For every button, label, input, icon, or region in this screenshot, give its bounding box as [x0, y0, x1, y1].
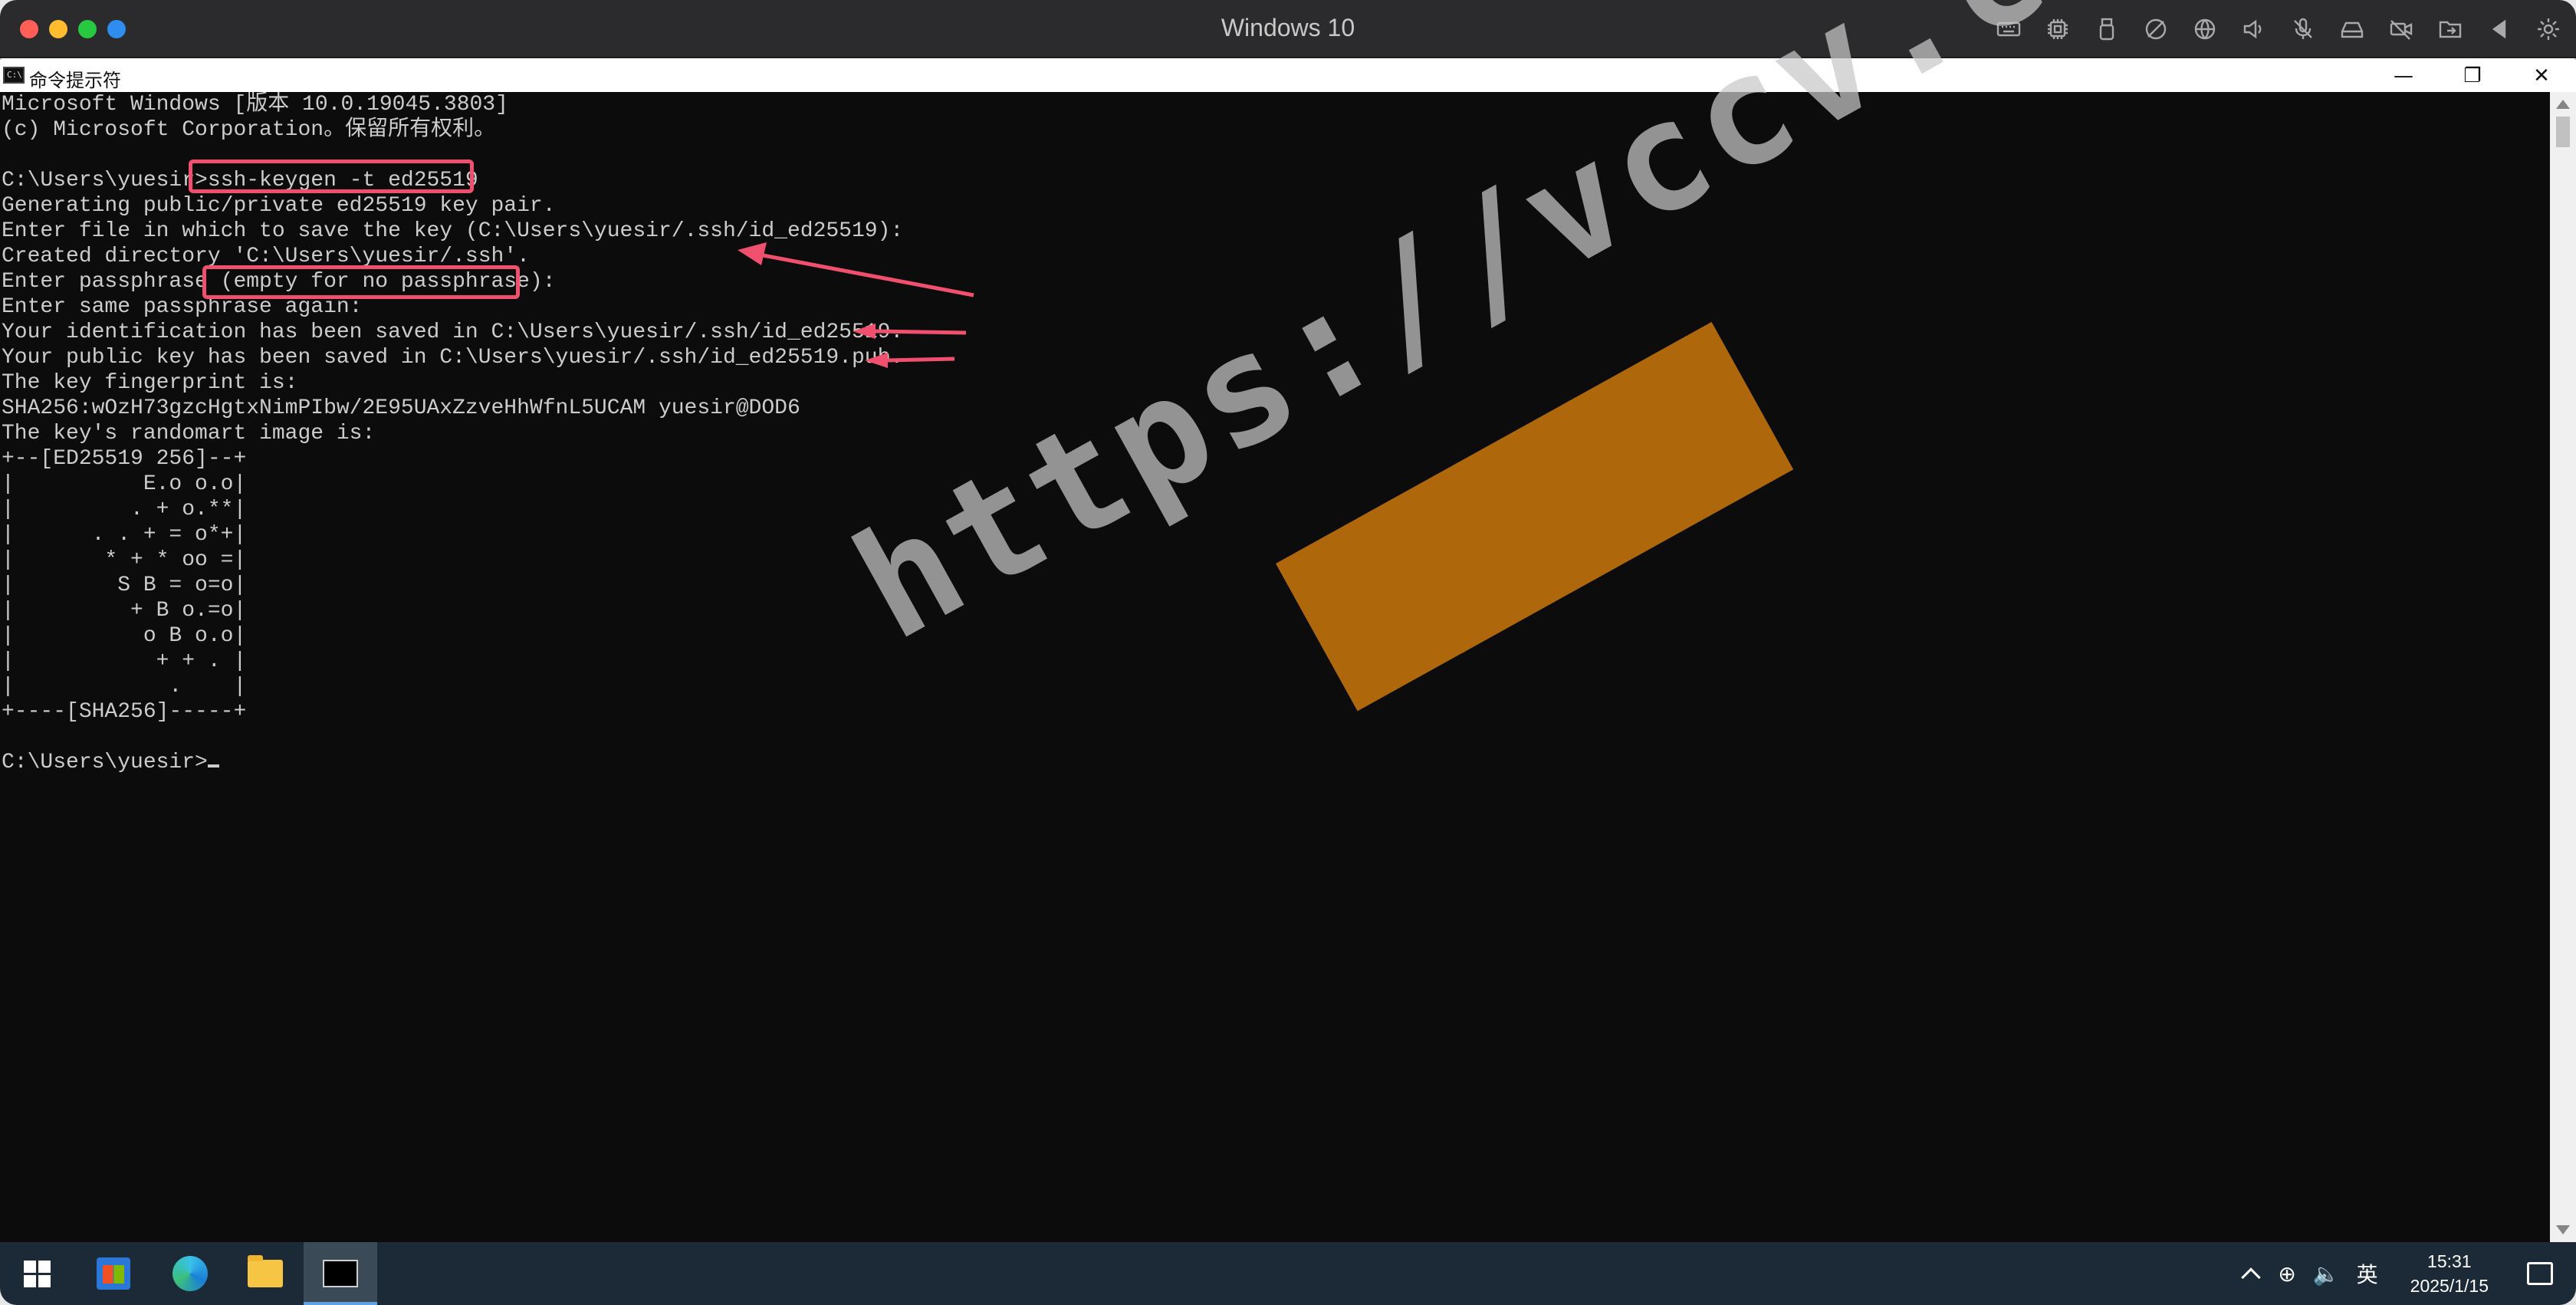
vm-window: Windows 10 C:\ 命令提示符 — ❐ ✕ Microsoft Win… — [0, 0, 2576, 1305]
text-cursor — [207, 764, 219, 768]
usb-icon[interactable] — [2091, 14, 2122, 44]
cpu-icon[interactable] — [2042, 14, 2073, 44]
keyboard-icon[interactable] — [1993, 14, 2024, 44]
cmd-titlebar: C:\ 命令提示符 — ❐ ✕ — [0, 60, 2576, 92]
start-button[interactable] — [0, 1242, 74, 1305]
taskbar: ⊕ 🔈 英 15:31 2025/1/15 — [0, 1242, 2576, 1305]
settings-icon[interactable] — [2533, 14, 2564, 44]
terminal-line: +--[ED25519 256]--+ — [2, 447, 247, 471]
disk-icon[interactable] — [2337, 14, 2367, 44]
show-hidden-icons-chevron-icon[interactable] — [2241, 1267, 2262, 1287]
terminal-line: | E.o o.o| — [2, 472, 247, 496]
terminal-line: | S B = o=o| — [2, 574, 247, 597]
store-icon — [97, 1257, 130, 1290]
console-output[interactable]: Microsoft Windows [版本 10.0.19045.3803] (c… — [0, 92, 2550, 1242]
volume-muted-icon[interactable]: 🔈 — [2313, 1261, 2340, 1287]
terminal-line: | + B o.=o| — [2, 599, 247, 623]
terminal-line: | * + * oo =| — [2, 548, 247, 572]
cmd-close-button[interactable]: ✕ — [2507, 60, 2576, 92]
file-explorer-app[interactable] — [228, 1242, 302, 1305]
edge-icon — [172, 1256, 208, 1291]
cmd-window-title: 命令提示符 — [29, 70, 121, 91]
terminal-line: The key's randomart image is: — [2, 422, 376, 445]
store-app[interactable] — [77, 1242, 150, 1305]
scroll-down-arrow[interactable] — [2556, 1225, 2570, 1234]
shared-folder-icon[interactable] — [2435, 14, 2466, 44]
terminal-line: | + + . | — [2, 649, 247, 673]
no-camera-icon[interactable] — [2141, 14, 2171, 44]
terminal-line: SHA256:wOzH73gzcHgtxNimPIbw/2E95UAxZzveH… — [2, 396, 800, 420]
microphone-icon[interactable] — [2288, 14, 2318, 44]
video-off-icon[interactable] — [2386, 14, 2417, 44]
back-icon[interactable] — [2484, 14, 2515, 44]
notification-center-icon[interactable] — [2527, 1262, 2553, 1285]
cmd-app-icon: C:\ — [3, 67, 25, 84]
windows-logo-icon — [23, 1260, 51, 1287]
clock-time: 15:31 — [2427, 1251, 2472, 1271]
scroll-thumb[interactable] — [2556, 117, 2570, 147]
cmd-icon — [323, 1260, 358, 1287]
clock-date: 2025/1/15 — [2410, 1276, 2489, 1296]
network-globe-icon[interactable]: ⊕ — [2278, 1261, 2295, 1287]
annotation-arrows — [738, 242, 974, 368]
edge-app[interactable] — [153, 1242, 227, 1305]
vm-titlebar: Windows 10 — [0, 0, 2576, 58]
network-icon[interactable] — [2190, 14, 2220, 44]
scroll-up-arrow[interactable] — [2556, 100, 2570, 109]
cmd-app[interactable] — [304, 1242, 377, 1305]
cmd-restore-button[interactable]: ❐ — [2438, 60, 2507, 92]
cmd-minimize-button[interactable]: — — [2369, 60, 2438, 92]
terminal-line: | . | — [2, 675, 247, 699]
terminal-line: +----[SHA256]-----+ — [2, 700, 247, 724]
system-tray: ⊕ 🔈 英 15:31 2025/1/15 — [2241, 1242, 2576, 1305]
terminal-line: | . + o.**| — [2, 498, 247, 521]
clock[interactable]: 15:31 2025/1/15 — [2410, 1249, 2489, 1298]
terminal-line: | o B o.o| — [2, 624, 247, 648]
vm-toolbar — [1993, 14, 2564, 44]
terminal-line: | . . + = o*+| — [2, 523, 247, 547]
console-scrollbar[interactable] — [2550, 92, 2576, 1242]
terminal-line: C:\Users\yuesir> — [2, 750, 903, 775]
speaker-icon[interactable] — [2239, 14, 2269, 44]
folder-icon — [248, 1255, 283, 1287]
ime-indicator[interactable]: 英 — [2357, 1258, 2378, 1289]
